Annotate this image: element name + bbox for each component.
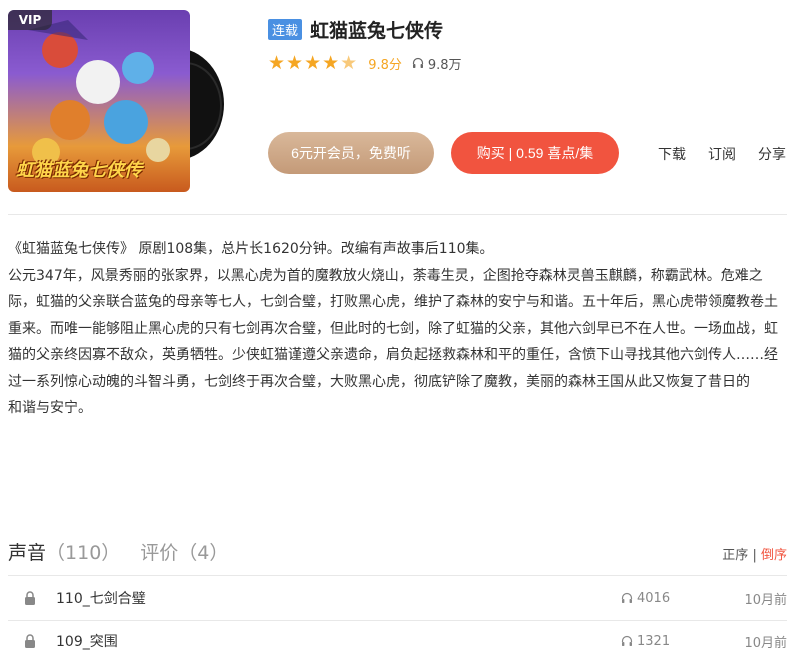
headphones-icon bbox=[412, 57, 423, 68]
rating-row: ★★★★★ 9.8分 9.8万 bbox=[268, 52, 462, 74]
track-date: 10月前 bbox=[744, 592, 787, 608]
title-row: 连载 虹猫蓝兔七侠传 bbox=[268, 16, 443, 43]
cover-title-art: 虹猫蓝兔七侠传 bbox=[16, 160, 142, 181]
album-title: 虹猫蓝兔七侠传 bbox=[310, 20, 444, 42]
lock-icon bbox=[24, 634, 42, 648]
download-button[interactable]: 下载 bbox=[658, 144, 686, 164]
score-text: 9.8分 bbox=[368, 57, 402, 73]
description-line: 和谐与安宁。 bbox=[8, 400, 92, 416]
track-row[interactable]: 109_突围 1321 10月前 bbox=[8, 619, 787, 663]
sort-ascending[interactable]: 正序 bbox=[722, 548, 748, 563]
headphones-icon bbox=[621, 592, 633, 603]
tab-reviews-label: 评价 bbox=[140, 542, 179, 564]
album-description: 《虹猫蓝兔七侠传》 原剧108集，总片长1620分钟。改编有声故事后110集。 … bbox=[8, 236, 788, 422]
track-play-count: 4016 bbox=[621, 591, 721, 606]
album-cover-image[interactable]: VIP 虹猫蓝兔七侠传 bbox=[8, 10, 190, 192]
headphones-icon bbox=[621, 635, 633, 646]
description-line: 公元347年，风景秀丽的张家界，以黑心虎为首的魔教放火烧山，荼毒生灵，企图抢夺森… bbox=[8, 267, 778, 390]
header-divider bbox=[8, 214, 787, 215]
sort-descending[interactable]: 倒序 bbox=[761, 548, 787, 563]
vip-membership-button[interactable]: 6元开会员，免费听 bbox=[268, 132, 434, 174]
sort-controls: 正序 | 倒序 bbox=[722, 544, 787, 563]
tab-reviews[interactable]: 评价（4） bbox=[140, 538, 228, 565]
track-title[interactable]: 110_七剑合璧 bbox=[56, 588, 621, 608]
play-count-value: 9.8万 bbox=[427, 57, 462, 73]
content-tabs: 声音（110） 评价（4） bbox=[8, 538, 228, 565]
track-play-count-value: 1321 bbox=[637, 633, 671, 649]
tab-sounds[interactable]: 声音（110） bbox=[8, 538, 120, 565]
track-date: 10月前 bbox=[744, 635, 787, 651]
track-play-count-value: 4016 bbox=[637, 590, 671, 606]
subscribe-button[interactable]: 订阅 bbox=[708, 144, 736, 164]
track-play-count: 1321 bbox=[621, 634, 721, 649]
serializing-tag: 连载 bbox=[268, 19, 303, 40]
album-cover-area: VIP 虹猫蓝兔七侠传 bbox=[8, 10, 224, 194]
tab-sounds-label: 声音 bbox=[8, 542, 47, 564]
buy-button[interactable]: 购买 | 0.59 喜点/集 bbox=[451, 132, 619, 174]
lock-icon bbox=[24, 591, 42, 605]
sort-separator: | bbox=[752, 548, 757, 563]
play-count: 9.8万 bbox=[412, 54, 462, 73]
track-row[interactable]: 110_七剑合璧 4016 10月前 bbox=[8, 576, 787, 620]
tab-reviews-count: （4） bbox=[178, 542, 229, 564]
vip-badge: VIP bbox=[8, 10, 52, 30]
track-title[interactable]: 109_突围 bbox=[56, 631, 621, 651]
share-button[interactable]: 分享 bbox=[758, 144, 786, 164]
description-line: 《虹猫蓝兔七侠传》 原剧108集，总片长1620分钟。改编有声故事后110集。 bbox=[8, 241, 494, 257]
tab-sounds-count: （110） bbox=[46, 542, 121, 564]
star-rating: ★★★★★ bbox=[268, 52, 359, 74]
